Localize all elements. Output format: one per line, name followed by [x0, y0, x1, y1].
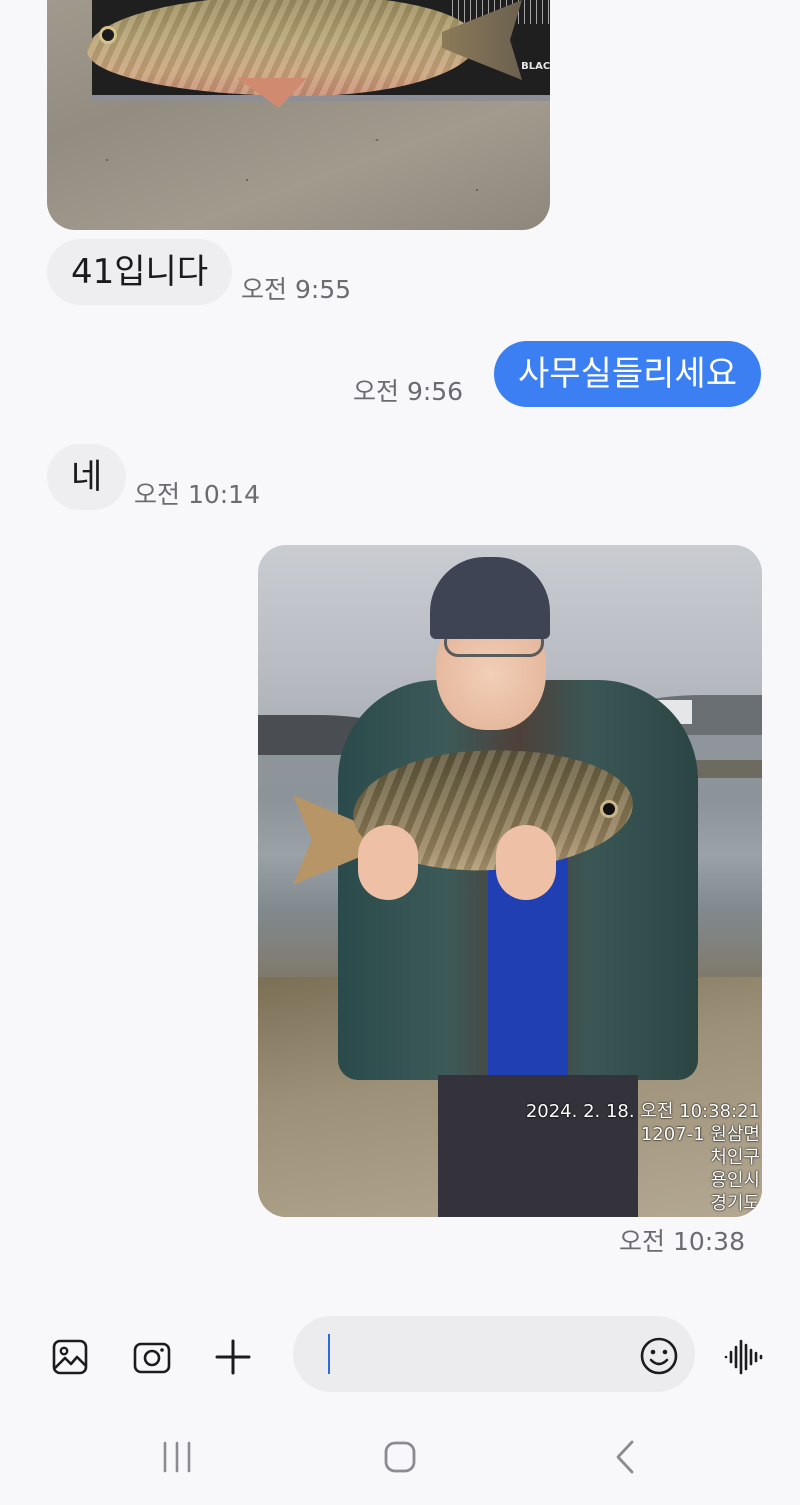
- message-time: 오전 9:56: [353, 377, 464, 406]
- outgoing-person-photo[interactable]: 2024. 2. 18. 오전 10:38:21 1207-1 원삼면 처인구 …: [258, 545, 762, 1217]
- overlay-line: 1207-1 원삼면: [640, 1124, 760, 1145]
- person-hand: [358, 825, 418, 900]
- back-button[interactable]: [595, 1432, 655, 1482]
- message-text: 네: [71, 457, 103, 497]
- message-text: 사무실들리세요: [518, 354, 737, 394]
- home-button[interactable]: [370, 1432, 430, 1482]
- chat-thread: BLACK 41입니다 오전 9:55 오전 9:56 사무실들리세요 네 오전…: [0, 0, 800, 1300]
- gallery-button[interactable]: [45, 1332, 95, 1382]
- photo-timestamp-overlay: 2024. 2. 18. 오전 10:38:21 1207-1 원삼면 처인구 …: [526, 1100, 760, 1215]
- voice-wave-icon: [724, 1339, 763, 1375]
- home-icon: [384, 1441, 416, 1473]
- message-bubble-incoming[interactable]: 네: [47, 444, 127, 510]
- message-bubble-outgoing[interactable]: 사무실들리세요: [494, 341, 761, 407]
- incoming-fish-photo[interactable]: BLACK: [47, 0, 550, 230]
- person-cap: [430, 557, 550, 639]
- message-bubble-incoming[interactable]: 41입니다: [47, 239, 233, 305]
- message-input-container[interactable]: [293, 1316, 695, 1392]
- recent-apps-button[interactable]: [147, 1432, 207, 1482]
- back-icon: [616, 1440, 634, 1474]
- overlay-line: 경기도: [710, 1193, 760, 1214]
- voice-record-button[interactable]: [718, 1332, 768, 1382]
- overlay-line: 2024. 2. 18. 오전 10:38:21: [525, 1101, 760, 1122]
- plus-icon: [215, 1339, 251, 1375]
- overlay-line: 처인구: [710, 1147, 760, 1168]
- system-navigation-bar: [0, 1410, 800, 1505]
- fish-eye: [600, 800, 618, 818]
- ruler-brand: BLACK: [521, 61, 550, 72]
- camera-button[interactable]: [127, 1332, 177, 1382]
- message-time: 오전 9:55: [241, 275, 352, 304]
- smiley-icon[interactable]: [639, 1336, 679, 1376]
- message-time: 오전 10:14: [134, 480, 260, 509]
- add-attachment-button[interactable]: [208, 1332, 258, 1382]
- fish-eye: [99, 26, 117, 44]
- message-input[interactable]: [333, 1326, 627, 1384]
- camera-icon: [133, 1342, 171, 1374]
- person-hand: [496, 825, 556, 900]
- overlay-line: 용인시: [710, 1170, 760, 1191]
- recent-apps-icon: [163, 1441, 191, 1473]
- gallery-icon: [52, 1339, 88, 1375]
- message-composer: [0, 1312, 800, 1402]
- text-caret: [328, 1334, 330, 1374]
- message-text: 41입니다: [71, 252, 209, 292]
- message-time: 오전 10:38: [619, 1227, 745, 1256]
